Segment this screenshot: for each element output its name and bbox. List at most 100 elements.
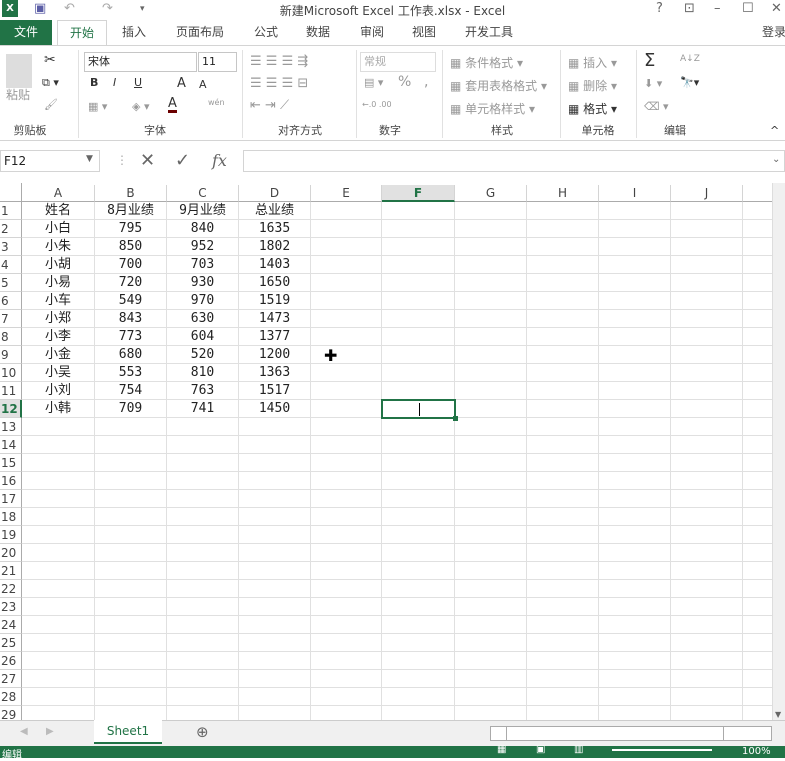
- select-all-button[interactable]: [0, 183, 22, 202]
- cell[interactable]: [455, 382, 527, 400]
- row-header[interactable]: 18: [0, 508, 22, 526]
- fill-handle[interactable]: [453, 416, 458, 421]
- cell[interactable]: 741: [167, 400, 239, 418]
- column-header[interactable]: A: [22, 185, 95, 202]
- cell[interactable]: [311, 310, 382, 328]
- cell[interactable]: [599, 418, 671, 436]
- cell[interactable]: [239, 688, 311, 706]
- cell[interactable]: [743, 706, 772, 721]
- cell[interactable]: [311, 598, 382, 616]
- phonetic-button[interactable]: wén: [208, 98, 225, 107]
- cell[interactable]: 总业绩: [239, 202, 311, 220]
- cell[interactable]: [671, 436, 743, 454]
- expand-formula-icon[interactable]: ⌄: [772, 154, 780, 165]
- cell[interactable]: [167, 580, 239, 598]
- cell[interactable]: [671, 706, 743, 721]
- cell[interactable]: [743, 382, 772, 400]
- cell[interactable]: [527, 400, 599, 418]
- cell[interactable]: [22, 688, 95, 706]
- cell[interactable]: [382, 292, 455, 310]
- cell[interactable]: [239, 544, 311, 562]
- cell[interactable]: [167, 490, 239, 508]
- cell[interactable]: [311, 508, 382, 526]
- row-header[interactable]: 15: [0, 454, 22, 472]
- cell[interactable]: [527, 454, 599, 472]
- cell[interactable]: [599, 256, 671, 274]
- cell[interactable]: [95, 418, 167, 436]
- comma-button[interactable]: ,: [424, 74, 428, 90]
- cell[interactable]: [22, 472, 95, 490]
- row-header[interactable]: 10: [0, 364, 22, 382]
- cell[interactable]: [743, 526, 772, 544]
- indent-icons[interactable]: ⇤ ⇥ ⟋: [250, 98, 289, 113]
- cell[interactable]: [311, 274, 382, 292]
- cell[interactable]: [239, 454, 311, 472]
- cell[interactable]: [455, 364, 527, 382]
- row-header[interactable]: 23: [0, 598, 22, 616]
- vertical-scrollbar[interactable]: ▼: [772, 183, 785, 721]
- cell[interactable]: [311, 328, 382, 346]
- cell[interactable]: [455, 526, 527, 544]
- scroll-down-icon[interactable]: ▼: [775, 710, 781, 719]
- cell[interactable]: [382, 202, 455, 220]
- row-header[interactable]: 24: [0, 616, 22, 634]
- cell[interactable]: [527, 292, 599, 310]
- sort-filter-button[interactable]: A↓Z: [680, 54, 700, 64]
- column-header[interactable]: F: [382, 185, 455, 202]
- cell[interactable]: [239, 598, 311, 616]
- cell[interactable]: [671, 274, 743, 292]
- cell[interactable]: [599, 220, 671, 238]
- cell[interactable]: [527, 382, 599, 400]
- cell[interactable]: [743, 238, 772, 256]
- cancel-icon[interactable]: ✕: [140, 150, 155, 171]
- cell[interactable]: [382, 688, 455, 706]
- cell[interactable]: [671, 346, 743, 364]
- row-header[interactable]: 5: [0, 274, 22, 292]
- cell[interactable]: [671, 256, 743, 274]
- cell[interactable]: [455, 652, 527, 670]
- cell[interactable]: [167, 634, 239, 652]
- cell[interactable]: [671, 652, 743, 670]
- tab-developer[interactable]: 开发工具: [458, 20, 520, 45]
- cell[interactable]: [743, 544, 772, 562]
- cell[interactable]: [527, 346, 599, 364]
- tab-data[interactable]: 数据: [296, 20, 340, 45]
- cell[interactable]: [743, 616, 772, 634]
- underline-button[interactable]: U: [134, 76, 142, 89]
- cell[interactable]: [382, 256, 455, 274]
- cell[interactable]: [671, 202, 743, 220]
- cell[interactable]: 700: [95, 256, 167, 274]
- cell[interactable]: [527, 274, 599, 292]
- cell[interactable]: [167, 526, 239, 544]
- ribbon-display-icon[interactable]: ⊡: [684, 1, 695, 16]
- cell[interactable]: [95, 670, 167, 688]
- bold-button[interactable]: B: [90, 76, 98, 89]
- page-break-view-icon[interactable]: ▥: [574, 744, 583, 755]
- row-header[interactable]: 9: [0, 346, 22, 364]
- cell[interactable]: [599, 274, 671, 292]
- cell[interactable]: 604: [167, 328, 239, 346]
- cell[interactable]: [743, 598, 772, 616]
- cell[interactable]: [455, 580, 527, 598]
- cell[interactable]: [382, 238, 455, 256]
- cell[interactable]: [743, 292, 772, 310]
- cell[interactable]: [382, 382, 455, 400]
- cell[interactable]: [455, 202, 527, 220]
- cell[interactable]: [599, 634, 671, 652]
- cell[interactable]: [22, 616, 95, 634]
- cell[interactable]: [167, 652, 239, 670]
- cell[interactable]: [167, 436, 239, 454]
- cell[interactable]: [239, 436, 311, 454]
- horizontal-scrollbar[interactable]: [490, 726, 772, 741]
- cell[interactable]: 1403: [239, 256, 311, 274]
- cell[interactable]: [671, 688, 743, 706]
- cell[interactable]: [239, 508, 311, 526]
- cell[interactable]: 709: [95, 400, 167, 418]
- cell[interactable]: [95, 544, 167, 562]
- cell[interactable]: [671, 562, 743, 580]
- cell[interactable]: 9月业绩: [167, 202, 239, 220]
- cell[interactable]: 840: [167, 220, 239, 238]
- cell[interactable]: [382, 472, 455, 490]
- cell[interactable]: [22, 454, 95, 472]
- cell[interactable]: [382, 274, 455, 292]
